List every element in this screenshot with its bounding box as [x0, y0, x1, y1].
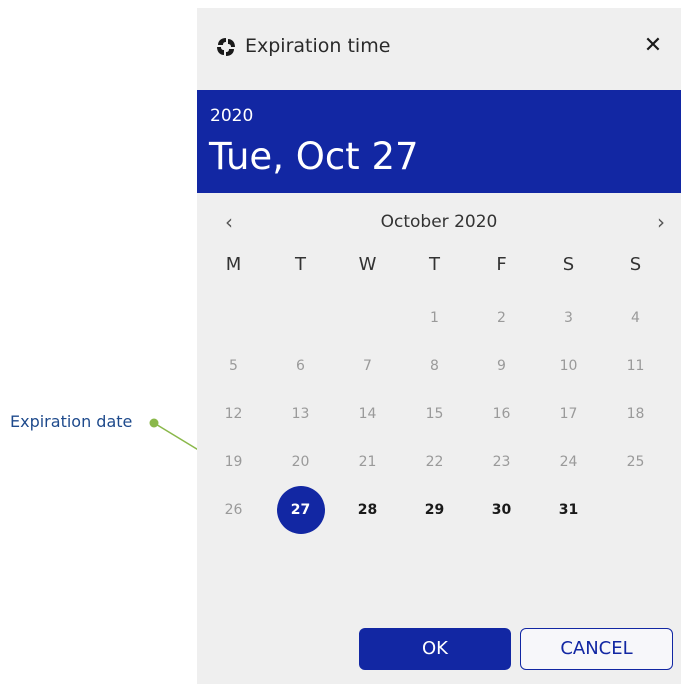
- calendar-day-disabled: 14: [358, 406, 377, 422]
- calendar-day-disabled: 17: [559, 406, 578, 422]
- calendar-day[interactable]: 28: [344, 486, 392, 534]
- calendar-day-disabled: 19: [224, 454, 243, 470]
- weekday-label: T: [295, 254, 306, 275]
- header-year[interactable]: 2020: [210, 106, 253, 126]
- dialog-title: Expiration time: [245, 35, 391, 57]
- weekday-label: T: [429, 254, 440, 275]
- calendar-day-disabled: 2: [497, 310, 506, 326]
- weekday-header-row: MTWTFSS: [200, 246, 670, 294]
- calendar-day-disabled: 18: [626, 406, 645, 422]
- calendar-day-disabled: 20: [291, 454, 310, 470]
- calendar-week-row: 26 27 28 29 30 31: [200, 486, 670, 534]
- screenshot-canvas: Expiration date Expiration time ✕ 2020 T…: [0, 0, 681, 684]
- ok-button[interactable]: OK: [359, 628, 511, 670]
- calendar-week-row: 1 2 3 4: [200, 294, 670, 342]
- calendar-day-disabled: 22: [425, 454, 444, 470]
- calendar-day-disabled: 11: [626, 358, 645, 374]
- calendar-day-disabled: 6: [296, 358, 305, 374]
- weekday-label: W: [358, 254, 377, 275]
- calendar-day-disabled: 4: [631, 310, 640, 326]
- calendar-day-disabled: 9: [497, 358, 506, 374]
- calendar-week-row: 5 6 7 8 9 10 11: [200, 342, 670, 390]
- weekday-label: S: [562, 254, 575, 275]
- weekday-label: F: [496, 254, 507, 275]
- calendar-day-disabled: 21: [358, 454, 377, 470]
- callout-dot: [149, 418, 159, 428]
- calendar-day[interactable]: 30: [478, 486, 526, 534]
- calendar-day-disabled: 13: [291, 406, 310, 422]
- calendar-day-disabled: 8: [430, 358, 439, 374]
- close-icon[interactable]: ✕: [641, 34, 665, 58]
- calendar-day-disabled: 23: [492, 454, 511, 470]
- calendar-day[interactable]: 29: [411, 486, 459, 534]
- calendar-day-disabled: 10: [559, 358, 578, 374]
- calendar-day-disabled: 26: [224, 502, 243, 518]
- callout-label: Expiration date: [10, 412, 133, 431]
- calendar-day-disabled: 25: [626, 454, 645, 470]
- calendar-day-disabled: 3: [564, 310, 573, 326]
- dialog-titlebar: Expiration time ✕: [197, 8, 681, 90]
- calendar-day-disabled: 24: [559, 454, 578, 470]
- selected-date-header: 2020 Tue, Oct 27: [197, 90, 681, 193]
- weekday-label: S: [629, 254, 642, 275]
- calendar-day-disabled: 16: [492, 406, 511, 422]
- calendar-day-disabled: 12: [224, 406, 243, 422]
- calendar-grid: MTWTFSS 1 2 3 4 5 6 7 8 9 10 11 12 13 14 15 16 17 18 19 20 2…: [200, 246, 670, 534]
- cancel-button[interactable]: CANCEL: [520, 628, 673, 670]
- header-date[interactable]: Tue, Oct 27: [209, 135, 419, 178]
- calendar-day-disabled: 15: [425, 406, 444, 422]
- calendar-day-disabled: 5: [229, 358, 238, 374]
- calendar-day-disabled: 7: [363, 358, 372, 374]
- expiration-time-dialog: Expiration time ✕ 2020 Tue, Oct 27 ‹ Oct…: [197, 8, 681, 684]
- calendar-day-disabled: 1: [430, 310, 439, 326]
- chevron-right-icon[interactable]: ›: [649, 210, 673, 234]
- weekday-label: M: [225, 254, 242, 275]
- calendar-day[interactable]: 31: [545, 486, 593, 534]
- month-label: October 2020: [380, 212, 498, 232]
- calendar-week-row: 19 20 21 22 23 24 25: [200, 438, 670, 486]
- calendar-week-row: 12 13 14 15 16 17 18: [200, 390, 670, 438]
- app-logo-icon: [217, 38, 235, 56]
- calendar-day-selected[interactable]: 27: [276, 486, 325, 534]
